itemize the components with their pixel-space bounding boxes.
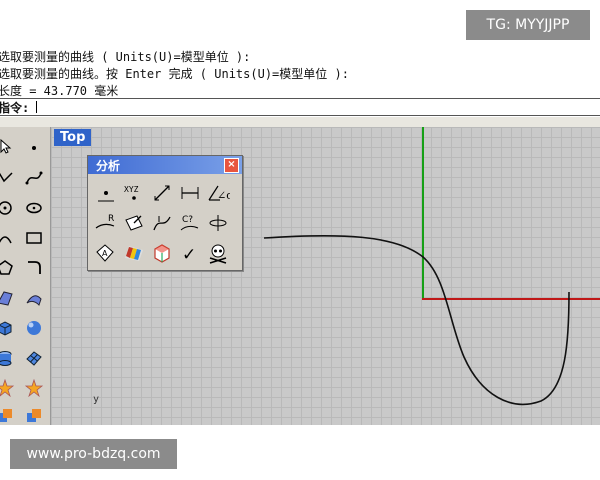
world-axis-y-label: y: [93, 394, 100, 405]
curve-icon[interactable]: [23, 167, 45, 189]
toolbar-separator: [0, 117, 600, 127]
polyline-icon[interactable]: [0, 165, 16, 187]
analysis-toolbar-title[interactable]: 分析 ×: [88, 156, 242, 174]
command-input-cursor[interactable]: [36, 101, 37, 113]
xyz-coordinate-label: XYZ: [124, 185, 139, 194]
ellipse-icon[interactable]: [23, 197, 45, 219]
check-label: ✓: [182, 245, 196, 264]
xyz-coordinate-icon[interactable]: XYZ: [120, 178, 148, 208]
zebra-analysis-icon[interactable]: [120, 238, 148, 268]
deviation-icon[interactable]: [204, 208, 232, 238]
surface-icon[interactable]: [0, 287, 16, 309]
analysis-toolbar: 分析 × XYZ ∠α R C? A ✓: [87, 155, 243, 271]
rectangle-icon[interactable]: [23, 227, 45, 249]
continuity-icon[interactable]: C?: [176, 208, 204, 238]
point-icon[interactable]: [92, 178, 120, 208]
radius-label: R: [108, 214, 114, 224]
polygon-icon[interactable]: [0, 257, 16, 279]
point-icon[interactable]: [23, 137, 45, 159]
angle-icon[interactable]: ∠α: [204, 178, 232, 208]
cylinder-icon[interactable]: [0, 347, 16, 369]
main-toolbar: [0, 127, 51, 425]
analysis-buttons: XYZ ∠α R C? A ✓: [88, 174, 242, 272]
command-history-line: 选取要测量的曲线 ( Units(U)=模型单位 ):: [0, 50, 251, 64]
explode-icon[interactable]: [0, 377, 16, 399]
area-icon[interactable]: A: [92, 238, 120, 268]
length-icon[interactable]: [176, 178, 204, 208]
box-icon[interactable]: [0, 317, 16, 339]
analysis-title-text: 分析: [96, 158, 121, 173]
circle-icon[interactable]: [0, 197, 16, 219]
command-area: 选取要测量的曲线 ( Units(U)=模型单位 ): 选取要测量的曲线。按 E…: [0, 44, 600, 116]
curvature-graph-icon[interactable]: [148, 238, 176, 268]
direction-icon[interactable]: [120, 208, 148, 238]
select-arrow-icon[interactable]: [0, 135, 16, 157]
watermark-bottom: www.pro-bdzq.com: [10, 439, 177, 469]
command-input-row[interactable]: 指令:: [0, 98, 600, 116]
distance-icon[interactable]: [148, 178, 176, 208]
boolean-icon[interactable]: [23, 405, 45, 425]
watermark-top: TG: MYYJJPP: [466, 10, 590, 40]
radius-icon[interactable]: R: [92, 208, 120, 238]
command-history-line: 选取要测量的曲线。按 Enter 完成 ( Units(U)=模型单位 ):: [0, 67, 349, 81]
command-history-line: 长度 = 43.770 毫米: [0, 84, 119, 98]
skull-icon[interactable]: [204, 238, 232, 268]
angle-label: ∠α: [217, 189, 230, 202]
close-icon[interactable]: ×: [224, 158, 239, 173]
area-label: A: [102, 249, 108, 258]
mesh-icon[interactable]: [23, 347, 45, 369]
fillet-icon[interactable]: [23, 257, 45, 279]
arc-icon[interactable]: [0, 227, 16, 249]
boolean-icon[interactable]: [0, 405, 16, 425]
check-icon[interactable]: ✓: [176, 238, 204, 268]
explode-icon[interactable]: [23, 377, 45, 399]
continuity-label: C?: [182, 215, 193, 225]
surface-edge-icon[interactable]: [23, 287, 45, 309]
sphere-icon[interactable]: [23, 317, 45, 339]
command-prompt-label: 指令:: [0, 101, 30, 115]
curvature-icon[interactable]: [148, 208, 176, 238]
